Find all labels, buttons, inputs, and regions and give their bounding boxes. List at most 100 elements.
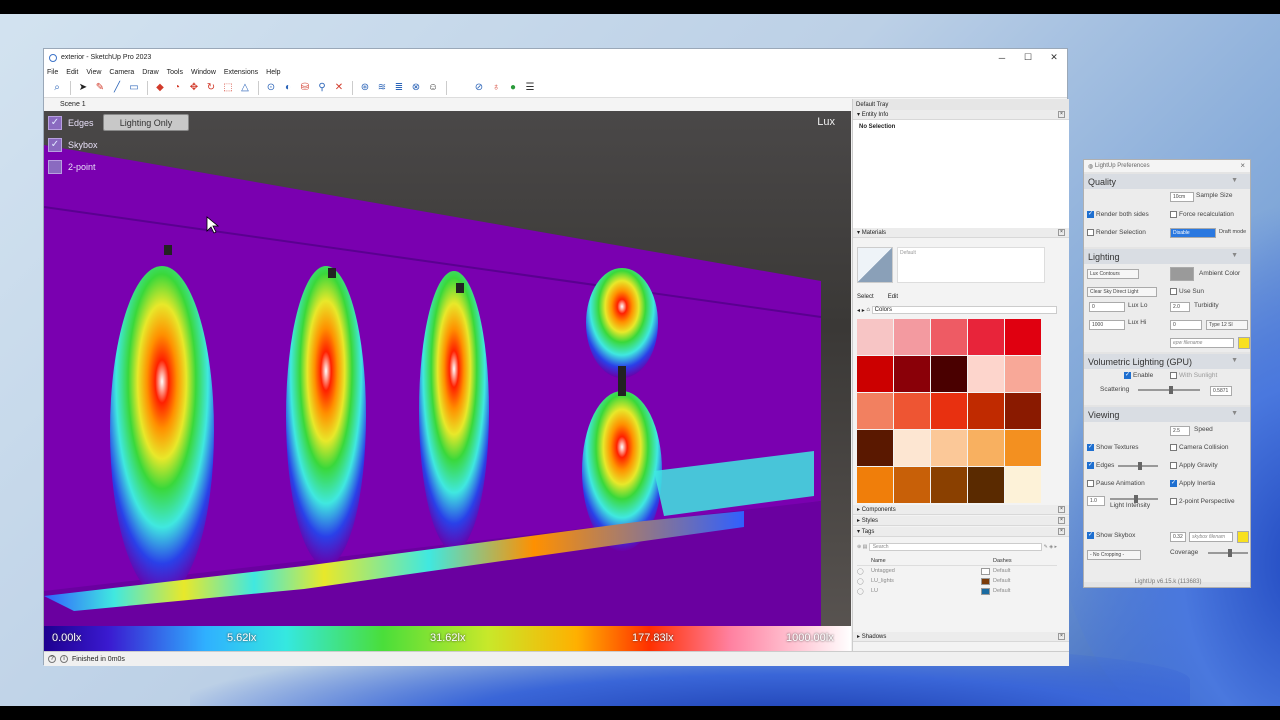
color-swatch[interactable] — [857, 356, 893, 392]
close-icon[interactable]: × — [1058, 517, 1065, 524]
close-icon[interactable]: × — [1058, 111, 1065, 118]
epw-browse-button[interactable] — [1238, 337, 1250, 349]
extension-manager-icon[interactable]: ⊗ — [410, 82, 422, 94]
apply-inertia[interactable]: ✓ Apply Inertia — [1170, 480, 1215, 487]
materials-header[interactable]: ▾ Materials × — [853, 228, 1069, 238]
close-icon[interactable]: × — [1058, 633, 1065, 640]
skybox-browse-button[interactable] — [1237, 531, 1249, 543]
visibility-eye-icon[interactable]: ◯ — [857, 578, 871, 585]
color-swatch[interactable] — [968, 467, 1004, 503]
material-name-field[interactable]: Default — [897, 247, 1045, 283]
apply-inertia-checkbox[interactable]: ✓ — [1170, 480, 1177, 487]
coverage-slider[interactable] — [1208, 549, 1248, 557]
lux-lo-input[interactable]: 0 — [1089, 302, 1125, 312]
close-icon[interactable]: × — [1058, 528, 1065, 535]
styles-header[interactable]: ▸ Styles × — [853, 516, 1069, 526]
column-name[interactable]: Name — [871, 558, 981, 564]
maximize-button[interactable]: ☐ — [1015, 49, 1041, 66]
rotate-icon[interactable]: ↻ — [205, 82, 217, 94]
extension-warehouse-icon[interactable]: ≋ — [376, 82, 388, 94]
cropping-select[interactable]: - No Cropping - — [1087, 550, 1141, 560]
two-point-perspective-checkbox[interactable] — [1170, 498, 1177, 505]
tag-dashes[interactable]: Default — [993, 588, 1010, 594]
menu-view[interactable]: View — [86, 69, 101, 76]
menu-window[interactable]: Window — [191, 69, 216, 76]
volumetric-header[interactable]: Volumetric Lighting (GPU) ▼ — [1084, 354, 1250, 369]
menu-help[interactable]: Help — [266, 69, 280, 76]
pause-animation-checkbox[interactable] — [1087, 480, 1094, 487]
render-both-sides[interactable]: ✓ Render both sides — [1087, 211, 1149, 218]
edges-checkbox[interactable]: ✓ — [48, 116, 62, 130]
tag-color-swatch[interactable] — [981, 587, 990, 595]
visibility-eye-icon[interactable]: ◯ — [857, 588, 871, 595]
tag-color-swatch[interactable] — [981, 577, 990, 585]
menu-tools[interactable]: Tools — [167, 69, 183, 76]
volumetric-enable[interactable]: ✓ Enable — [1124, 372, 1153, 379]
shadows-header[interactable]: ▸ Shadows × — [853, 632, 1069, 642]
lightup-go-icon[interactable]: ● — [507, 82, 519, 94]
two-point-toggle[interactable]: 2-point — [48, 160, 96, 174]
color-swatch[interactable] — [857, 467, 893, 503]
protractor-icon[interactable]: ◐ — [282, 82, 294, 94]
layout-icon[interactable]: ≣ — [393, 82, 405, 94]
light-intensity-slider[interactable] — [1110, 495, 1158, 503]
force-recalculation[interactable]: Force recalculation — [1170, 211, 1234, 218]
edges-slider[interactable] — [1118, 462, 1158, 470]
tab-edit[interactable]: Edit — [888, 294, 898, 300]
color-swatch[interactable] — [931, 430, 967, 466]
type-select[interactable]: Type 12 Sl — [1206, 320, 1248, 330]
edges-option-checkbox[interactable]: ✓ — [1087, 462, 1094, 469]
sky-type-select[interactable]: Clear Sky Direct Light — [1087, 287, 1157, 297]
use-sun[interactable]: Use Sun — [1170, 288, 1204, 295]
color-swatch[interactable] — [894, 430, 930, 466]
render-selection-checkbox[interactable] — [1087, 229, 1094, 236]
draft-mode-select[interactable]: Disable — [1170, 228, 1216, 238]
info-icon[interactable]: ? — [48, 655, 56, 663]
tag-row[interactable]: ◯ Untagged Default — [857, 566, 1057, 576]
follow-me-icon[interactable]: ◔ — [171, 82, 183, 94]
edges-toggle[interactable]: ✓ Edges — [48, 116, 94, 130]
select-arrow-icon[interactable]: ➤ — [77, 82, 89, 94]
color-swatch[interactable] — [857, 319, 893, 355]
tab-select[interactable]: Select — [857, 294, 874, 300]
move-icon[interactable]: ✥ — [188, 82, 200, 94]
search-icon[interactable]: ⌕ — [51, 82, 63, 94]
color-swatch[interactable] — [1005, 319, 1041, 355]
color-swatch[interactable] — [931, 467, 967, 503]
scale-icon[interactable]: ⬚ — [222, 82, 234, 94]
push-pull-icon[interactable]: ◆ — [154, 82, 166, 94]
skybox-checkbox[interactable]: ✓ — [48, 138, 62, 152]
lightup-render-icon[interactable]: ⊘ — [473, 82, 485, 94]
color-swatch[interactable] — [894, 467, 930, 503]
lightup-bulb-icon[interactable]: ♁ — [490, 82, 502, 94]
tags-search-input[interactable]: Search — [868, 542, 1043, 551]
lighting-header[interactable]: Lighting ▼ — [1084, 249, 1250, 264]
ambient-color-swatch[interactable] — [1170, 267, 1194, 281]
color-swatch[interactable] — [931, 319, 967, 355]
close-icon[interactable]: × — [1058, 506, 1065, 513]
color-swatch[interactable] — [931, 356, 967, 392]
render-both-sides-checkbox[interactable]: ✓ — [1087, 211, 1094, 218]
force-recalculation-checkbox[interactable] — [1170, 211, 1177, 218]
color-swatch[interactable] — [1005, 430, 1041, 466]
paint-bucket-icon[interactable]: ⛁ — [299, 82, 311, 94]
color-swatch[interactable] — [857, 393, 893, 429]
apply-gravity[interactable]: Apply Gravity — [1170, 462, 1218, 469]
apply-gravity-checkbox[interactable] — [1170, 462, 1177, 469]
show-textures[interactable]: ✓ Show Textures — [1087, 444, 1139, 451]
camera-collision-checkbox[interactable] — [1170, 444, 1177, 451]
scene-tab[interactable]: Scene 1 — [60, 101, 86, 108]
color-swatch[interactable] — [968, 393, 1004, 429]
menu-file[interactable]: File — [47, 69, 58, 76]
with-sunlight-checkbox[interactable] — [1170, 372, 1177, 379]
tag-dashes[interactable]: Default — [993, 568, 1010, 574]
light-intensity-input[interactable]: 1.0 — [1087, 496, 1105, 506]
eraser-icon[interactable]: ✎ — [94, 82, 106, 94]
show-skybox[interactable]: ✓ Show Skybox — [1087, 532, 1135, 539]
warehouse-icon[interactable]: ⊛ — [359, 82, 371, 94]
viewing-header[interactable]: Viewing ▼ — [1084, 407, 1250, 422]
show-textures-checkbox[interactable]: ✓ — [1087, 444, 1094, 451]
tag-row[interactable]: ◯ LU_lights Default — [857, 576, 1057, 586]
color-swatch[interactable] — [968, 319, 1004, 355]
column-dashes[interactable]: Dashes — [993, 558, 1012, 564]
